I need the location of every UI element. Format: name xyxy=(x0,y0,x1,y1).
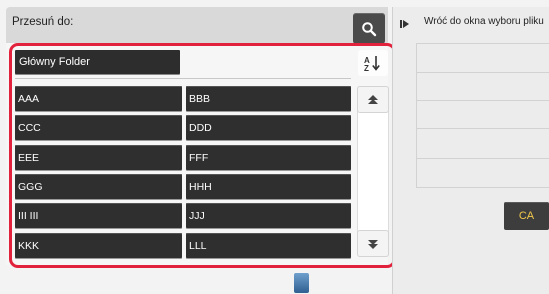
search-icon xyxy=(362,21,377,36)
folder-list-item[interactable]: HHH xyxy=(186,174,351,199)
side-divider xyxy=(416,43,417,188)
folder-list-item[interactable]: LLL xyxy=(186,233,351,258)
job-status-icon[interactable] xyxy=(294,273,309,293)
side-divider xyxy=(416,43,549,44)
side-divider xyxy=(416,100,549,101)
search-button[interactable] xyxy=(353,13,385,44)
folder-list-item[interactable]: GGG xyxy=(15,174,182,199)
back-to-file-selection-link[interactable]: Wróć do okna wyboru pliku xyxy=(424,16,546,28)
svg-text:Z: Z xyxy=(364,64,369,72)
play-arrow-icon xyxy=(400,20,409,28)
current-folder-path[interactable]: Główny Folder xyxy=(15,50,180,74)
folder-list-item[interactable]: KKK xyxy=(15,233,182,258)
folder-list-item[interactable]: EEE xyxy=(15,145,182,170)
move-to-label: Przesuń do: xyxy=(12,16,74,28)
sort-az-icon: A Z xyxy=(364,56,380,72)
folder-list-item[interactable]: FFF xyxy=(186,145,351,170)
scroll-down-button[interactable] xyxy=(357,230,389,257)
folder-list-item[interactable]: BBB xyxy=(186,86,351,111)
clear-all-button[interactable]: CA xyxy=(504,202,549,230)
scroll-up-icon xyxy=(368,94,378,104)
folder-list-item[interactable]: CCC xyxy=(15,115,182,140)
screen: Przesuń do: Główny Folder A Z AAA BBB CCC D… xyxy=(0,0,549,294)
side-divider xyxy=(416,187,549,188)
folder-list-item[interactable]: JJJ xyxy=(186,203,351,228)
side-divider xyxy=(416,128,549,129)
folder-list-item[interactable]: III III xyxy=(15,203,182,228)
scroll-down-icon xyxy=(368,239,378,249)
sort-button[interactable]: A Z xyxy=(358,50,388,76)
side-divider xyxy=(416,72,549,73)
divider xyxy=(15,78,351,79)
scroll-up-button[interactable] xyxy=(357,86,389,113)
folder-list-item[interactable]: AAA xyxy=(15,86,182,111)
folder-list-item[interactable]: DDD xyxy=(186,115,351,140)
side-divider xyxy=(416,158,549,159)
